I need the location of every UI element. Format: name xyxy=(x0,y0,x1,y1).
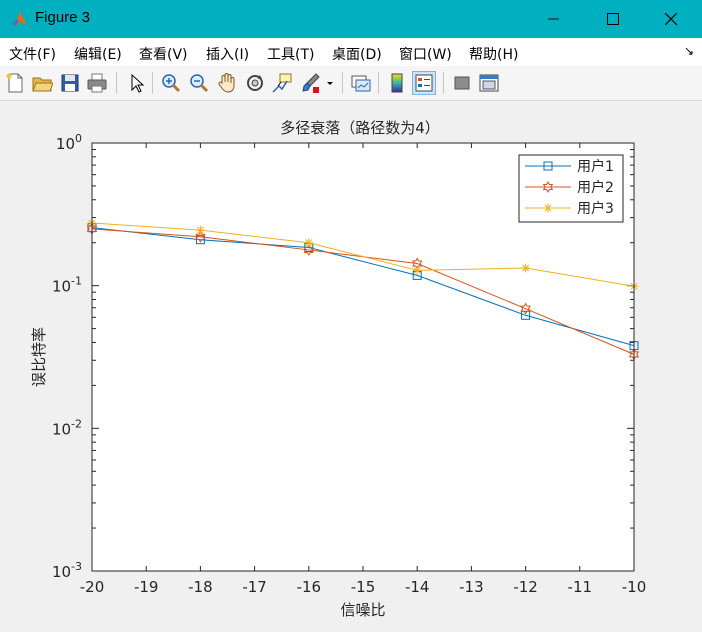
x-tick-label: -19 xyxy=(134,578,159,596)
y-axis-label: 误比特率 xyxy=(30,327,48,387)
toolbar-separator xyxy=(342,72,343,94)
chart-title: 多径衰落（路径数为4） xyxy=(280,119,440,137)
minimize-button[interactable] xyxy=(526,0,582,38)
x-tick-label: -12 xyxy=(513,578,538,596)
menu-tools[interactable]: 工具(T) xyxy=(267,44,314,64)
x-tick-label: -15 xyxy=(351,578,376,596)
legend-marker[interactable] xyxy=(543,203,553,213)
x-tick-label: -18 xyxy=(188,578,213,596)
figure-canvas: 多径衰落（路径数为4） 信噪比 误比特率 -20 -19 -18 -17 -16 -15 -… xyxy=(0,101,702,628)
close-button[interactable] xyxy=(643,0,699,38)
link-plot-icon[interactable] xyxy=(350,72,372,94)
window-title: Figure 3 xyxy=(35,9,91,26)
menu-insert[interactable]: 插入(I) xyxy=(206,44,249,64)
menu-bar: 文件(F) 编辑(E) 查看(V) 插入(I) 工具(T) 桌面(D) 窗口(W… xyxy=(0,38,702,66)
open-file-icon[interactable] xyxy=(31,72,53,94)
legend-label: 用户3 xyxy=(577,200,614,217)
zoom-in-icon[interactable] xyxy=(160,72,182,94)
x-tick-label: -11 xyxy=(568,578,593,596)
dock-arrow-icon[interactable]: ↘ xyxy=(684,44,694,58)
brush-dropdown-icon[interactable] xyxy=(325,72,335,94)
toolbar-separator xyxy=(152,72,153,94)
minimize-icon xyxy=(548,18,559,20)
chart[interactable]: 多径衰落（路径数为4） 信噪比 误比特率 -20 -19 -18 -17 -16 -15 -… xyxy=(0,101,702,628)
toolbar-separator xyxy=(116,72,117,94)
pan-hand-icon[interactable] xyxy=(216,72,238,94)
rotate-3d-icon[interactable] xyxy=(244,72,266,94)
x-tick-label: -10 xyxy=(622,578,647,596)
close-icon xyxy=(664,12,677,25)
menu-edit[interactable]: 编辑(E) xyxy=(74,44,122,64)
y-tick-label: 10-2 xyxy=(52,417,82,438)
pointer-icon[interactable] xyxy=(125,72,147,94)
menu-window[interactable]: 窗口(W) xyxy=(399,44,452,64)
menu-file[interactable]: 文件(F) xyxy=(9,44,56,64)
window-titlebar: Figure 3 xyxy=(0,0,702,38)
data-point[interactable] xyxy=(195,225,205,235)
hide-plot-tools-icon[interactable] xyxy=(451,72,473,94)
maximize-button[interactable] xyxy=(585,0,641,38)
x-tick-label: -13 xyxy=(459,578,484,596)
y-tick-label: 10-3 xyxy=(52,560,82,581)
print-icon[interactable] xyxy=(86,72,108,94)
menu-help[interactable]: 帮助(H) xyxy=(469,44,518,64)
y-tick-label: 100 xyxy=(56,132,82,153)
new-figure-icon[interactable] xyxy=(4,72,26,94)
colorbar-icon[interactable] xyxy=(386,72,408,94)
zoom-out-icon[interactable] xyxy=(188,72,210,94)
brush-icon[interactable] xyxy=(299,72,321,94)
toolbar-separator xyxy=(378,72,379,94)
data-point[interactable] xyxy=(412,265,422,275)
legend-label: 用户2 xyxy=(577,179,614,196)
menu-desktop[interactable]: 桌面(D) xyxy=(332,44,382,64)
maximize-icon xyxy=(606,12,619,25)
show-plot-tools-icon[interactable] xyxy=(478,72,500,94)
figure-toolbar xyxy=(0,66,702,101)
save-icon[interactable] xyxy=(59,72,81,94)
x-axis-label: 信噪比 xyxy=(340,601,385,619)
x-tick-label: -17 xyxy=(242,578,267,596)
x-tick-label: -20 xyxy=(80,578,105,596)
matlab-logo-icon xyxy=(11,12,27,26)
y-tick-label: 10-1 xyxy=(52,275,82,296)
x-tick-label: -16 xyxy=(297,578,322,596)
data-cursor-icon[interactable] xyxy=(271,72,293,94)
legend-icon[interactable] xyxy=(412,71,436,95)
legend-label: 用户1 xyxy=(577,158,614,175)
menu-view[interactable]: 查看(V) xyxy=(139,44,188,64)
toolbar-separator xyxy=(443,72,444,94)
data-point[interactable] xyxy=(304,238,314,248)
x-tick-label: -14 xyxy=(405,578,430,596)
